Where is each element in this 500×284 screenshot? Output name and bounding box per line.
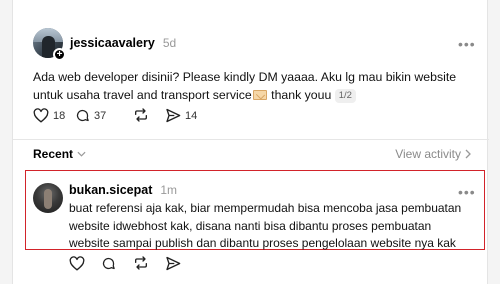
send-icon	[166, 108, 181, 123]
carousel-page-indicator: 1/2	[334, 89, 356, 103]
post-text-tail: thank youu	[267, 88, 335, 102]
send-icon	[166, 256, 181, 271]
repost-icon	[135, 108, 147, 122]
like-button[interactable]: 18	[33, 108, 65, 123]
reply-text: buat referensi aja kak, biar mempermudah…	[69, 201, 462, 250]
repost-icon	[135, 256, 147, 270]
reply-repost-button[interactable]	[133, 256, 149, 270]
share-count: 14	[185, 109, 198, 122]
reply-author-username[interactable]: bukan.sicepat	[69, 183, 152, 197]
comment-button[interactable]: 37	[75, 108, 106, 123]
chevron-right-icon	[465, 149, 471, 159]
post-text-body: Ada web developer disinii? Please kindly…	[33, 70, 457, 102]
reply-author-avatar[interactable]	[33, 183, 63, 213]
post-author-username[interactable]: jessicaavalery	[70, 36, 155, 50]
post-text: Ada web developer disinii? Please kindly…	[33, 68, 473, 104]
reply-timestamp[interactable]: 1m	[160, 183, 177, 197]
heart-icon	[69, 256, 85, 271]
view-activity-link[interactable]: View activity	[395, 147, 471, 161]
post-timestamp[interactable]: 5d	[163, 36, 176, 50]
section-divider	[13, 139, 489, 140]
comment-bubble-icon	[76, 109, 89, 122]
view-activity-label: View activity	[395, 147, 461, 161]
reply-comment-button[interactable]	[101, 256, 116, 271]
post-more-options-icon[interactable]: •••	[458, 37, 476, 51]
repost-button[interactable]	[133, 108, 149, 122]
share-button[interactable]: 14	[165, 108, 197, 123]
sort-label: Recent	[33, 147, 74, 161]
chevron-down-icon	[77, 151, 86, 157]
reply-like-button[interactable]	[69, 256, 85, 271]
reply-share-button[interactable]	[165, 256, 181, 271]
thread-card: + jessicaavalery 5d ••• Ada web develope…	[12, 0, 489, 284]
sort-dropdown[interactable]: Recent	[33, 147, 86, 161]
reply-more-options-icon[interactable]: •••	[458, 185, 476, 199]
follow-plus-icon[interactable]: +	[53, 48, 66, 61]
heart-icon	[33, 108, 49, 123]
comment-bubble-icon	[102, 257, 115, 270]
love-letter-emoji-icon	[252, 90, 267, 100]
like-count: 18	[53, 109, 66, 122]
comment-count: 37	[94, 109, 107, 122]
